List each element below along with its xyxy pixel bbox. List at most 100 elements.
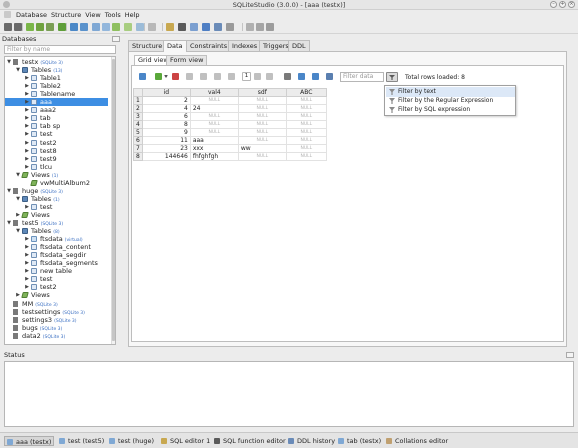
table-cell[interactable]: 9 xyxy=(141,128,191,137)
expanded-arrow-icon[interactable]: ▼ xyxy=(15,66,21,74)
column-header-val4[interactable]: val4 xyxy=(189,88,239,97)
tree-item-db[interactable]: ▼ huge (SQLite 3) xyxy=(5,187,108,195)
collapsed-arrow-icon[interactable]: ▶ xyxy=(15,211,21,219)
collapsed-arrow-icon[interactable]: ▶ xyxy=(24,163,30,171)
run-icon[interactable] xyxy=(190,23,198,31)
table-cell[interactable]: NULL xyxy=(285,144,327,153)
filter-data-input[interactable]: Filter data xyxy=(340,72,384,82)
function-icon[interactable] xyxy=(178,23,186,31)
taskbar-item[interactable]: SQL editor 1 xyxy=(159,436,210,446)
expanded-arrow-icon[interactable]: ▼ xyxy=(15,171,21,179)
collapsed-arrow-icon[interactable]: ▶ xyxy=(24,267,30,275)
taskbar-item[interactable]: DDL history xyxy=(286,436,335,446)
open-sql-icon[interactable] xyxy=(166,23,174,31)
prev-page-icon[interactable] xyxy=(228,73,235,80)
collapsed-arrow-icon[interactable]: ▶ xyxy=(24,259,30,267)
scrollbar-thumb[interactable] xyxy=(112,59,115,341)
collapsed-arrow-icon[interactable]: ▶ xyxy=(24,74,30,82)
collapsed-arrow-icon[interactable]: ▶ xyxy=(24,155,30,163)
tree-item-db[interactable]: ▼ testx (SQLite 3) xyxy=(5,58,108,66)
disconnect-icon[interactable] xyxy=(14,23,22,31)
new-index-icon[interactable] xyxy=(102,23,110,31)
export-icon[interactable] xyxy=(284,73,291,80)
table-cell[interactable]: NULL xyxy=(237,96,287,105)
tree-item-table[interactable]: ▶ test xyxy=(5,203,108,211)
tree-item-table[interactable]: ▶ test8 xyxy=(5,147,108,155)
edit-database-icon[interactable] xyxy=(36,23,44,31)
tree-item-db[interactable]: MM (SQLite 3) xyxy=(5,300,108,308)
apply-filter-icon[interactable] xyxy=(298,73,305,80)
collapsed-arrow-icon[interactable]: ▶ xyxy=(24,122,30,130)
tree-item-table[interactable]: ▶ aaa2 xyxy=(5,106,108,114)
table-cell[interactable]: NULL xyxy=(237,136,287,145)
tree-item-table[interactable]: ▶ ftsdata_content xyxy=(5,243,108,251)
tree-item-table[interactable]: ▶ aaa xyxy=(5,98,108,107)
tree-item-views[interactable]: ▶ Views xyxy=(5,211,108,219)
tab-constraints[interactable]: Constraints xyxy=(186,40,232,51)
table-cell[interactable]: aaa xyxy=(189,136,239,145)
tree-item-tables[interactable]: ▼ Tables (13) xyxy=(5,66,108,74)
table-cell[interactable]: 4 xyxy=(141,104,191,113)
filter-settings-icon[interactable] xyxy=(326,73,333,80)
tree-item-views[interactable]: ▶ Views xyxy=(5,291,108,299)
collapsed-arrow-icon[interactable]: ▶ xyxy=(24,283,30,291)
new-trigger-icon[interactable] xyxy=(112,23,120,31)
collapsed-arrow-icon[interactable]: ▶ xyxy=(24,130,30,138)
menu-view[interactable]: View xyxy=(83,10,102,19)
table-cell[interactable]: ww xyxy=(237,144,287,153)
tree-item-table[interactable]: ▶ test xyxy=(5,275,108,283)
ddl-history-icon[interactable] xyxy=(214,23,222,31)
table-cell[interactable]: NULL xyxy=(237,112,287,121)
tree-item-table[interactable]: ▶ ftsdata_segdir xyxy=(5,251,108,259)
collapsed-arrow-icon[interactable]: ▶ xyxy=(24,114,30,122)
column-header-id[interactable]: id xyxy=(141,88,191,97)
table-cell[interactable]: NULL xyxy=(285,136,327,145)
new-table-icon[interactable] xyxy=(70,23,78,31)
edit-view-icon[interactable] xyxy=(136,23,144,31)
expanded-arrow-icon[interactable]: ▼ xyxy=(15,195,21,203)
collapsed-arrow-icon[interactable]: ▶ xyxy=(24,139,30,147)
rollback-icon[interactable] xyxy=(172,73,179,80)
cascade-icon[interactable] xyxy=(256,23,264,31)
close-window-icon[interactable] xyxy=(266,23,274,31)
commit-icon[interactable] xyxy=(155,73,162,80)
tree-item-table[interactable]: ▶ test2 xyxy=(5,139,108,147)
tree-item-db[interactable]: ▼ test5 (SQLite 3) xyxy=(5,219,108,227)
table-cell[interactable]: NULL xyxy=(285,152,327,161)
tree-item-vtable[interactable]: ▶ ftsdata (virtual) xyxy=(5,235,108,243)
tab-indexes[interactable]: Indexes xyxy=(228,40,262,51)
tab-data[interactable]: Data xyxy=(163,40,187,52)
collapsed-arrow-icon[interactable]: ▶ xyxy=(24,275,30,283)
tree-item-db[interactable]: data2 (SQLite 3) xyxy=(5,332,108,340)
menu-database[interactable]: Database xyxy=(14,10,49,19)
add-database-icon[interactable] xyxy=(26,23,34,31)
tree-item-table[interactable]: ▶ Table2 xyxy=(5,82,108,90)
menu-help[interactable]: Help xyxy=(123,10,142,19)
table-cell[interactable]: NULL xyxy=(237,152,287,161)
table-cell[interactable]: 24 xyxy=(189,104,239,113)
app-menu-icon[interactable] xyxy=(4,11,11,18)
grid-corner[interactable] xyxy=(133,88,143,97)
row-number[interactable]: 3 xyxy=(133,112,143,121)
collapsed-arrow-icon[interactable]: ▶ xyxy=(24,251,30,259)
taskbar-item[interactable]: test (huge) xyxy=(107,436,154,446)
collapsed-arrow-icon[interactable]: ▶ xyxy=(15,291,21,299)
tree-item-db[interactable]: settings3 (SQLite 3) xyxy=(5,316,108,324)
delete-row-icon[interactable] xyxy=(200,73,207,80)
collapsed-arrow-icon[interactable]: ▶ xyxy=(24,235,30,243)
expanded-arrow-icon[interactable]: ▼ xyxy=(6,219,12,227)
table-cell[interactable]: NULL xyxy=(237,104,287,113)
row-number[interactable]: 6 xyxy=(133,136,143,145)
row-number[interactable]: 2 xyxy=(133,104,143,113)
tab-form-view[interactable]: Form view xyxy=(166,55,208,65)
tree-item-table[interactable]: ▶ tab sp xyxy=(5,122,108,130)
table-cell[interactable]: NULL xyxy=(189,112,239,121)
clear-filter-icon[interactable] xyxy=(312,73,319,80)
table-cell[interactable]: NULL xyxy=(189,128,239,137)
tile-icon[interactable] xyxy=(246,23,254,31)
new-view-icon[interactable] xyxy=(124,23,132,31)
table-cell[interactable]: fhfghfgh xyxy=(189,152,239,161)
table-cell[interactable]: NULL xyxy=(237,120,287,129)
table-cell[interactable]: 6 xyxy=(141,112,191,121)
connect-icon[interactable] xyxy=(4,23,12,31)
